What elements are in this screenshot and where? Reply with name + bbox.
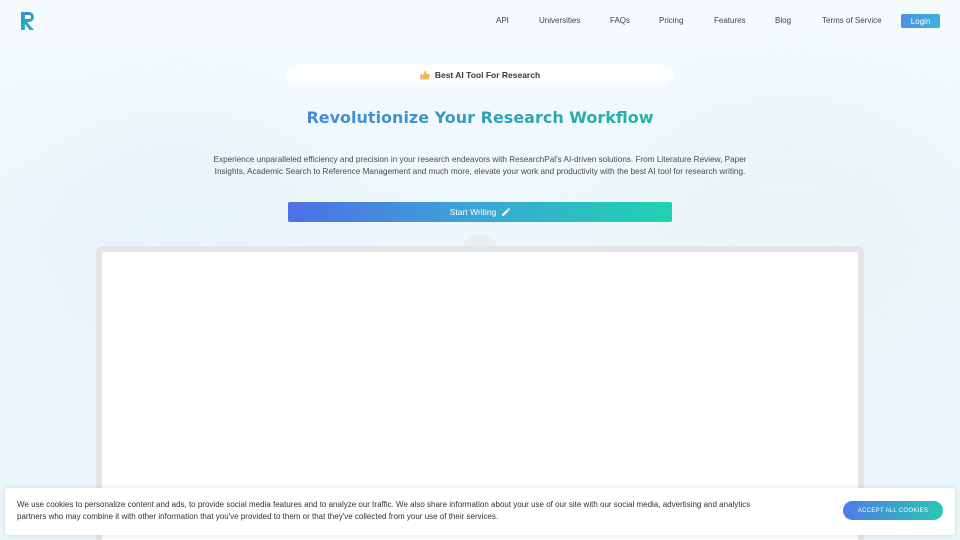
- nav-universities[interactable]: Universities: [539, 16, 580, 25]
- cookie-banner-text: We use cookies to personalize content an…: [17, 500, 751, 521]
- top-navbar: API Universities FAQs Pricing Features B…: [0, 0, 960, 42]
- start-writing-button[interactable]: Start Writing: [288, 202, 672, 222]
- badge-label: Best AI Tool For Research: [434, 69, 541, 80]
- nav-features[interactable]: Features: [714, 16, 746, 25]
- nav-blog[interactable]: Blog: [775, 16, 791, 25]
- cookie-banner: We use cookies to personalize content an…: [5, 488, 955, 535]
- hero-headline: Revolutionize Your Research Workflow: [0, 108, 960, 127]
- login-button[interactable]: Login: [901, 14, 940, 28]
- nav-faqs[interactable]: FAQs: [610, 16, 630, 25]
- start-writing-label: Start Writing: [449, 207, 497, 217]
- nav-terms-of-service[interactable]: Terms of Service: [822, 16, 882, 25]
- thumbs-up-icon: [420, 70, 430, 79]
- accept-all-cookies-button[interactable]: ACCEPT ALL COOKIES: [843, 501, 943, 520]
- nav-api[interactable]: API: [496, 16, 509, 25]
- best-ai-tool-badge: Best AI Tool For Research: [286, 64, 674, 85]
- researchpal-logo-icon[interactable]: [21, 12, 35, 30]
- hero-subtext: Experience unparalleled efficiency and p…: [213, 155, 747, 176]
- pencil-icon: [502, 207, 511, 216]
- nav-pricing[interactable]: Pricing: [659, 16, 683, 25]
